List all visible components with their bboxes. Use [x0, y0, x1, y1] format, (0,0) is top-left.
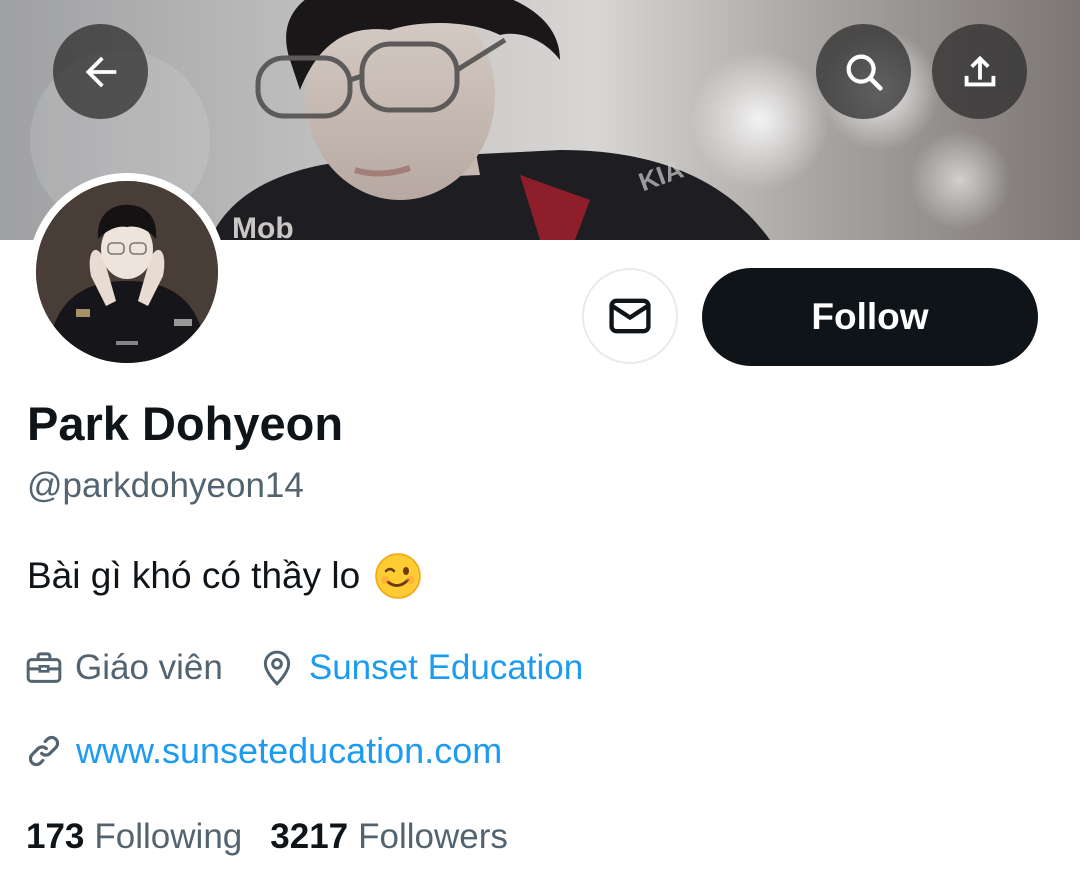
share-button[interactable]: [932, 24, 1027, 119]
winking-face-emoji-icon: [375, 553, 421, 599]
website-row: www.sunseteducation.com: [24, 726, 502, 776]
location-link[interactable]: Sunset Education: [309, 648, 583, 688]
search-button[interactable]: [816, 24, 911, 119]
back-button[interactable]: [53, 24, 148, 119]
follow-stats: 173 Following 3217 Followers: [26, 812, 508, 862]
website-link[interactable]: www.sunseteducation.com: [76, 730, 502, 772]
search-icon: [846, 54, 883, 91]
arrow-left-icon: [85, 56, 116, 87]
briefcase-icon: [26, 652, 62, 683]
mail-icon: [609, 298, 651, 334]
banner-jersey-text: Mob: [232, 212, 294, 240]
profile-avatar[interactable]: [28, 173, 226, 371]
bio-text: Bài gì khó có thầy lo: [27, 555, 361, 596]
message-button[interactable]: [582, 268, 678, 364]
display-name: Park Dohyeon: [27, 397, 344, 450]
followers-stat[interactable]: 3217 Followers: [270, 817, 508, 857]
job-title: Giáo viên: [75, 648, 223, 687]
follow-button[interactable]: Follow: [702, 268, 1038, 366]
followers-count: 3217: [270, 817, 349, 856]
following-label: Following: [94, 817, 243, 856]
location-pin-icon: [263, 650, 291, 686]
profile-meta-row: Giáo viên Sunset Education: [24, 643, 583, 693]
following-count: 173: [26, 817, 85, 856]
share-upload-icon: [964, 55, 995, 86]
avatar-photo: [36, 181, 218, 363]
user-handle: @parkdohyeon14: [27, 466, 304, 505]
profile-page: Mob KIA Follow Park Dohyeon @parkdohyeon…: [0, 0, 1080, 879]
followers-label: Followers: [358, 817, 508, 856]
following-stat[interactable]: 173 Following: [26, 817, 242, 857]
profile-bio: Bài gì khó có thầy lo: [27, 552, 422, 600]
link-icon: [28, 735, 60, 767]
